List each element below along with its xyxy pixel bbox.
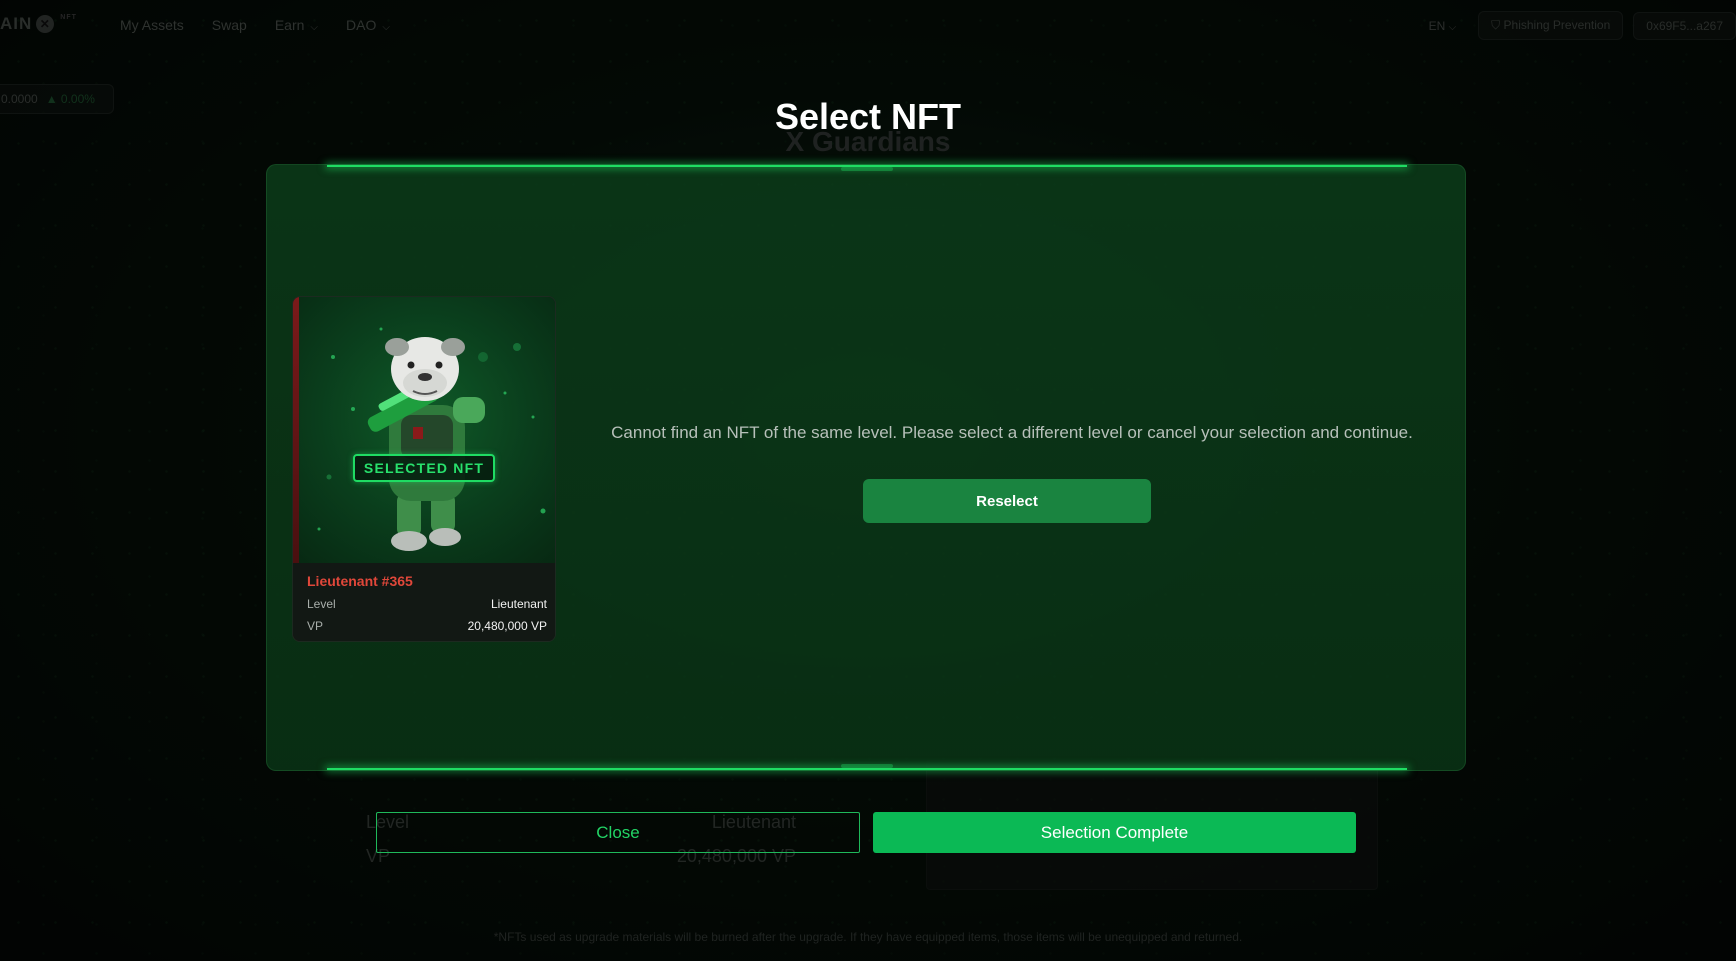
no-match-message: Cannot find an NFT of the same level. Pl…: [611, 423, 1413, 442]
nft-name: Lieutenant #365: [307, 573, 413, 589]
select-nft-panel: SELECTED NFT Lieutenant #365 Level Lieut…: [266, 164, 1466, 771]
nft-vp-value: 20,480,000 VP: [467, 619, 547, 633]
nft-vp-label: VP: [307, 619, 324, 633]
reselect-button[interactable]: Reselect: [863, 479, 1151, 523]
nft-level-row: Level Lieutenant: [307, 597, 547, 611]
nft-level-label: Level: [307, 597, 336, 611]
glow-notch-top: [841, 167, 893, 171]
close-button[interactable]: Close: [376, 812, 860, 853]
nft-artwork: [317, 327, 546, 551]
modal-title: Select NFT: [774, 96, 962, 137]
nft-vp-row: VP 20,480,000 VP: [307, 619, 547, 633]
selected-nft-badge: SELECTED NFT: [353, 454, 495, 482]
bulldog-soldier-image: SELECTED NFT: [293, 297, 555, 563]
nft-info: Lieutenant #365 Level Lieutenant VP 20,4…: [293, 563, 555, 641]
glow-border-bottom: [327, 768, 1407, 770]
glow-notch-bottom: [841, 764, 893, 768]
selected-nft-card[interactable]: SELECTED NFT Lieutenant #365 Level Lieut…: [292, 296, 556, 642]
nft-level-value: Lieutenant: [490, 597, 547, 611]
selection-complete-button[interactable]: Selection Complete: [873, 812, 1356, 853]
